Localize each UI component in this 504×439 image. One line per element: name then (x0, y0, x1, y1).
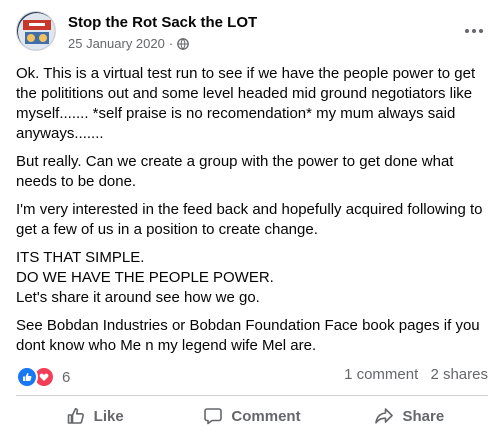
share-count-link[interactable]: 2 shares (430, 366, 488, 383)
reactions-summary[interactable]: 6 (16, 366, 70, 388)
globe-icon[interactable] (177, 37, 190, 50)
comment-count-link[interactable]: 1 comment (344, 366, 418, 383)
avatar-image (17, 12, 55, 50)
meta-separator: · (168, 36, 174, 51)
engagement-counts: 1 comment 2 shares (344, 366, 488, 383)
post-stats: 6 1 comment 2 shares (16, 366, 488, 388)
post-paragraph: ITS THAT SIMPLE. DO WE HAVE THE PEOPLE P… (16, 249, 274, 306)
share-arrow-icon (375, 408, 394, 424)
post-card: Stop the Rot Sack the LOT 25 January 202… (0, 0, 504, 439)
like-button[interactable]: Like (16, 400, 173, 432)
page-name[interactable]: Stop the Rot Sack the LOT (68, 14, 257, 31)
more-icon[interactable] (460, 17, 488, 45)
comment-button[interactable]: Comment (173, 400, 330, 432)
post-paragraph: I'm very interested in the feed back and… (16, 201, 483, 238)
comment-label: Comment (231, 407, 301, 425)
comment-bubble-icon (204, 408, 223, 425)
reaction-count: 6 (62, 368, 71, 386)
post-meta: 25 January 2020 · (68, 36, 190, 51)
post-date[interactable]: 25 January 2020 (68, 36, 165, 51)
post-actions: Like Comment Share (16, 400, 488, 432)
actions-divider (16, 395, 488, 396)
post-body: Ok. This is a virtual test run to see if… (16, 64, 491, 364)
share-button[interactable]: Share (331, 400, 488, 432)
post-paragraph: Ok. This is a virtual test run to see if… (16, 65, 476, 142)
share-label: Share (402, 407, 445, 425)
avatar[interactable] (16, 11, 56, 51)
post-header: Stop the Rot Sack the LOT 25 January 202… (16, 11, 492, 55)
like-label: Like (93, 407, 124, 425)
post-paragraph: But really. Can we create a group with t… (16, 153, 454, 190)
thumbs-up-icon (67, 408, 84, 424)
like-reaction-icon (16, 366, 38, 388)
post-paragraph: See Bobdan Industries or Bobdan Foundati… (16, 317, 480, 354)
